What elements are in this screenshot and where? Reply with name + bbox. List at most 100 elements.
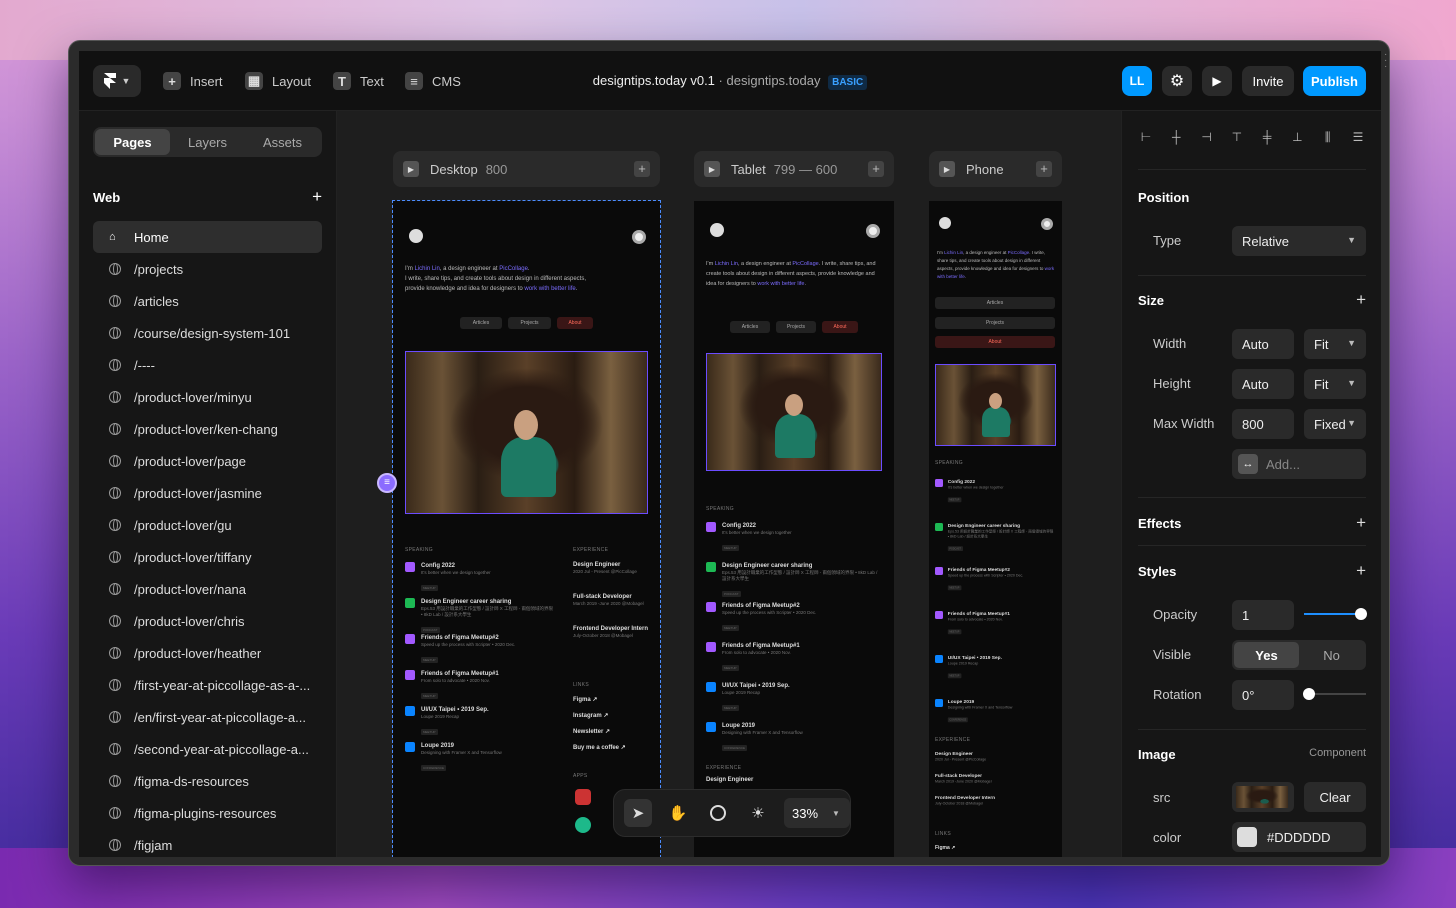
hand-tool[interactable]: ✋: [664, 799, 692, 827]
canvas[interactable]: ▶ Desktop 800 + ▶ Tablet 799 — 600 + ▶ P…: [337, 111, 1121, 857]
add-breakpoint-icon[interactable]: +: [868, 161, 884, 177]
page-item[interactable]: /product-lover/chris: [93, 605, 322, 637]
link-figma[interactable]: Figma ↗: [573, 696, 597, 703]
talk-item[interactable]: Friends of Figma Meetup#1 From solo to ad…: [706, 642, 881, 674]
nav-about[interactable]: About: [935, 336, 1055, 348]
visible-yes[interactable]: Yes: [1234, 642, 1299, 668]
clear-image-button[interactable]: Clear: [1304, 782, 1366, 812]
height-input[interactable]: Auto: [1232, 369, 1294, 399]
talk-item[interactable]: Loupe 2019 Designing with Framer X and Te…: [405, 742, 555, 774]
frame-header-phone[interactable]: ▶ Phone +: [929, 151, 1062, 187]
page-item[interactable]: /product-lover/tiffany: [93, 541, 322, 573]
talk-item[interactable]: UI/UX Taipei • 2019 Sep. Loupe 2019 Recap…: [405, 706, 555, 738]
talk-item[interactable]: UI/UX Taipei • 2019 Sep. Loupe 2019 Recap…: [706, 682, 881, 714]
page-item[interactable]: /projects: [93, 253, 322, 285]
add-effect-icon[interactable]: +: [1356, 514, 1366, 531]
link-newsletter[interactable]: Newsletter ↗: [573, 728, 610, 735]
align-top-icon[interactable]: ⊤: [1229, 129, 1245, 145]
nav-about[interactable]: About: [822, 321, 858, 333]
desktop-frame[interactable]: I'm Lichin Lin, a design engineer at Pic…: [392, 200, 661, 857]
width-mode-select[interactable]: Fit ▼: [1304, 329, 1366, 359]
talk-item[interactable]: Friends of Figma Meetup#1 From solo to ad…: [935, 611, 1055, 637]
talk-item[interactable]: UI/UX Taipei • 2019 Sep. Loupe 2019 Recap…: [935, 655, 1055, 681]
publish-button[interactable]: Publish: [1303, 66, 1366, 96]
theme-toggle[interactable]: [866, 224, 880, 238]
talk-item[interactable]: Design Engineer career sharing Eps.53 用設計…: [706, 562, 881, 600]
page-item[interactable]: /second-year-at-piccollage-a...: [93, 733, 322, 765]
link-coffee[interactable]: Buy me a coffee ↗: [573, 744, 626, 751]
preview-button[interactable]: ▶: [1202, 66, 1232, 96]
nav-articles[interactable]: Articles: [460, 317, 502, 329]
add-style-icon[interactable]: +: [1356, 562, 1366, 579]
nav-projects[interactable]: Projects: [935, 317, 1055, 329]
align-left-icon[interactable]: ⊢: [1138, 129, 1154, 145]
max-width-input[interactable]: 800: [1232, 409, 1294, 439]
nav-about[interactable]: About: [557, 317, 593, 329]
talk-item[interactable]: Friends of Figma Meetup#2 Speed up the pr…: [405, 634, 555, 666]
page-item[interactable]: /articles: [93, 285, 322, 317]
theme-tool[interactable]: ☀: [744, 799, 772, 827]
talk-item[interactable]: Design Engineer career sharing Eps.53 用設計…: [935, 523, 1055, 553]
play-icon[interactable]: ▶: [704, 161, 720, 177]
user-avatar[interactable]: LL: [1122, 66, 1152, 96]
align-right-icon[interactable]: ⊣: [1199, 129, 1215, 145]
add-page-icon[interactable]: +: [312, 188, 322, 205]
theme-toggle[interactable]: [1041, 218, 1053, 230]
tab-layers[interactable]: Layers: [170, 129, 245, 155]
align-middle-icon[interactable]: ╪: [1259, 129, 1275, 145]
align-bottom-icon[interactable]: ⊥: [1289, 129, 1305, 145]
select-tool[interactable]: ➤: [624, 799, 652, 827]
frame-header-tablet[interactable]: ▶ Tablet 799 — 600 +: [694, 151, 894, 187]
opacity-input[interactable]: 1: [1232, 600, 1294, 630]
invite-button[interactable]: Invite: [1242, 66, 1294, 96]
play-icon[interactable]: ▶: [939, 161, 955, 177]
page-item[interactable]: /figjam: [93, 829, 322, 857]
nav-projects[interactable]: Projects: [508, 317, 551, 329]
link-instagram[interactable]: Instagram ↗: [573, 712, 608, 719]
nav-projects[interactable]: Projects: [776, 321, 816, 333]
nav-articles[interactable]: Articles: [730, 321, 770, 333]
distribute-v-icon[interactable]: ☰: [1350, 129, 1366, 145]
color-input[interactable]: #DDDDDD: [1232, 822, 1366, 852]
app-icon[interactable]: [575, 789, 591, 805]
align-center-h-icon[interactable]: ┼: [1168, 129, 1184, 145]
add-breakpoint-icon[interactable]: +: [1036, 161, 1052, 177]
comment-tool[interactable]: [704, 799, 732, 827]
talk-item[interactable]: Design Engineer career sharing Eps.53 用設計…: [405, 598, 555, 636]
tab-assets[interactable]: Assets: [245, 129, 320, 155]
rotation-slider-knob[interactable]: [1303, 688, 1315, 700]
tab-pages[interactable]: Pages: [95, 129, 170, 155]
page-item[interactable]: /product-lover/page: [93, 445, 322, 477]
page-item[interactable]: /product-lover/jasmine: [93, 477, 322, 509]
height-mode-select[interactable]: Fit ▼: [1304, 369, 1366, 399]
position-type-select[interactable]: Relative ▼: [1232, 226, 1366, 256]
add-size-icon[interactable]: +: [1356, 291, 1366, 308]
zoom-select[interactable]: 33% ▼: [784, 798, 850, 828]
add-breakpoint-icon[interactable]: +: [634, 161, 650, 177]
play-icon[interactable]: ▶: [403, 161, 419, 177]
talk-item[interactable]: Config 2022 It's better when we design to…: [706, 522, 881, 554]
page-item[interactable]: /product-lover/heather: [93, 637, 322, 669]
page-item[interactable]: /first-year-at-piccollage-as-a-...: [93, 669, 322, 701]
link-figma[interactable]: Figma ↗: [935, 845, 955, 851]
opacity-slider-knob[interactable]: [1355, 608, 1367, 620]
width-input[interactable]: Auto: [1232, 329, 1294, 359]
visible-no[interactable]: No: [1299, 642, 1364, 668]
page-item[interactable]: ⌂ Home: [93, 221, 322, 253]
page-item[interactable]: /----: [93, 349, 322, 381]
distribute-h-icon[interactable]: ⫼: [1320, 129, 1336, 145]
settings-button[interactable]: ⚙: [1162, 66, 1192, 96]
rotation-input[interactable]: 0°: [1232, 680, 1294, 710]
page-item[interactable]: /course/design-system-101: [93, 317, 322, 349]
phone-frame[interactable]: I'm Lichin Lin, a design engineer at Pic…: [929, 201, 1062, 857]
talk-item[interactable]: Loupe 2019 Designing with Framer X and Te…: [935, 699, 1055, 725]
page-item[interactable]: /figma-plugins-resources: [93, 797, 322, 829]
page-item[interactable]: /product-lover/minyu: [93, 381, 322, 413]
talk-item[interactable]: Config 2022 It's better when we design to…: [935, 479, 1055, 505]
window-more-icon[interactable]: · · ·: [1384, 50, 1387, 72]
page-item[interactable]: /product-lover/nana: [93, 573, 322, 605]
opacity-slider[interactable]: [1304, 613, 1360, 615]
image-src-picker[interactable]: [1232, 782, 1294, 812]
page-item[interactable]: /product-lover/ken-chang: [93, 413, 322, 445]
breakpoint-handle-icon[interactable]: ≡: [377, 473, 397, 493]
